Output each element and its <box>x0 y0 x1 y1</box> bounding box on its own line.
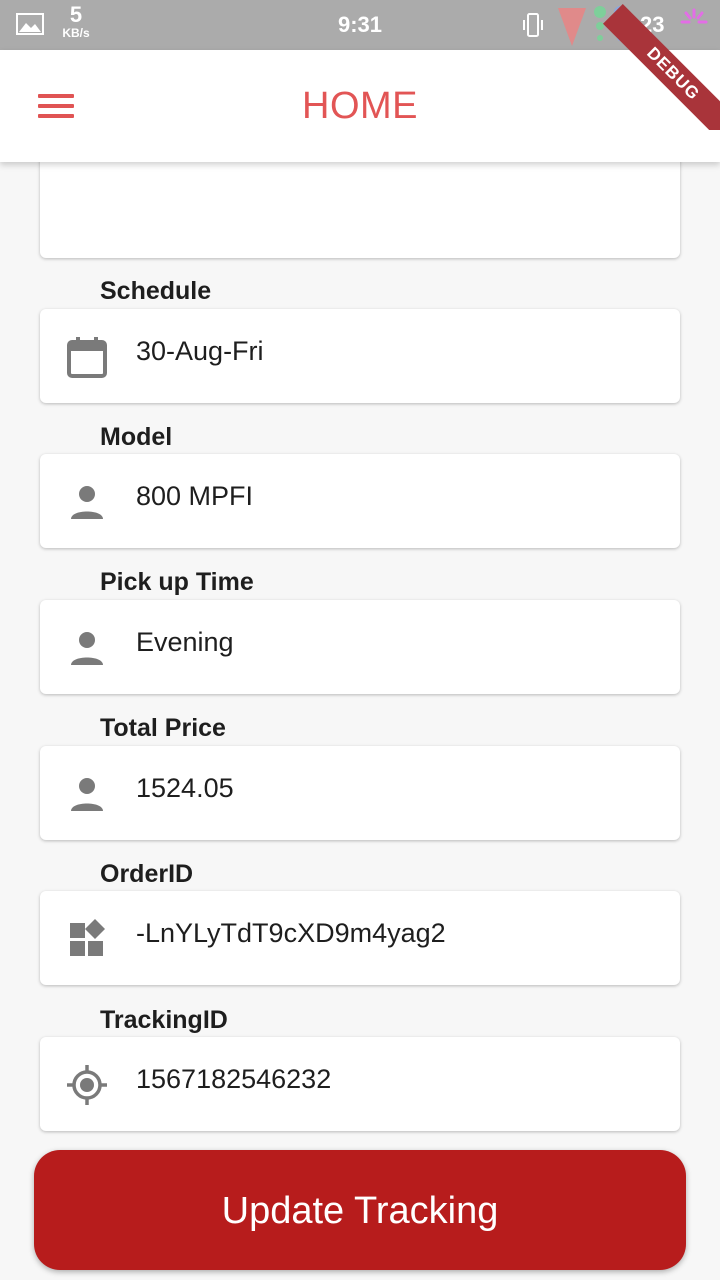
model-value: 800 MPFI <box>136 481 254 511</box>
widgets-icon <box>70 919 105 956</box>
schedule-value: 30-Aug-Fri <box>136 336 264 366</box>
model-field[interactable]: 800 MPFI <box>40 454 680 548</box>
person-icon <box>71 632 103 665</box>
person-icon <box>71 486 103 519</box>
schedule-field[interactable]: 30-Aug-Fri <box>40 309 680 403</box>
gps-target-icon <box>67 1065 107 1105</box>
order-id-value: -LnYLyTdT9cXD9m4yag2 <box>136 918 446 948</box>
total-price-value: 1524.05 <box>136 773 234 803</box>
order-id-field[interactable]: -LnYLyTdT9cXD9m4yag2 <box>40 891 680 985</box>
partial-card <box>40 162 680 258</box>
pickup-time-value: Evening <box>136 627 234 657</box>
total-price-label: Total Price <box>100 714 226 742</box>
model-label: Model <box>100 423 173 451</box>
debug-banner: DEBUG <box>602 3 720 130</box>
tracking-id-value: 1567182546232 <box>136 1064 332 1094</box>
calendar-icon <box>67 337 107 378</box>
tracking-id-field[interactable]: 1567182546232 <box>40 1037 680 1131</box>
schedule-label: Schedule <box>100 277 212 305</box>
pickup-time-label: Pick up Time <box>100 568 254 596</box>
pickup-time-field[interactable]: Evening <box>40 600 680 694</box>
person-icon <box>71 778 103 811</box>
signal-icon <box>558 8 586 46</box>
tracking-id-label: TrackingID <box>100 1006 228 1034</box>
order-details[interactable]: Schedule 30-Aug-Fri Model 800 MPFI Pick … <box>0 162 720 1280</box>
debug-banner-wrapper: DEBUG <box>590 0 720 130</box>
order-id-label: OrderID <box>100 860 194 888</box>
total-price-field[interactable]: 1524.05 <box>40 746 680 840</box>
update-tracking-button[interactable]: Update Tracking <box>34 1150 686 1270</box>
vibrate-icon <box>523 13 543 37</box>
